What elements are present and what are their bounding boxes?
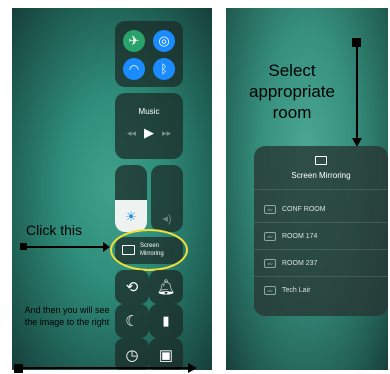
rotation-lock-button[interactable]: ⟲	[115, 270, 149, 304]
bluetooth-button[interactable]: ᛒ	[153, 58, 175, 80]
bottom-arrow-head	[188, 363, 197, 373]
connectivity-tile: ✈ ◎ ◠ ᛒ	[115, 21, 183, 87]
arrow-to-screen-mirroring	[23, 246, 107, 248]
music-tile[interactable]: Music ◂◂ ▶ ▸▸	[115, 93, 183, 159]
arrow-start-square	[20, 243, 27, 250]
cellular-data-button[interactable]: ◎	[153, 30, 175, 52]
flashlight-icon: ▮	[162, 313, 170, 328]
music-controls: ◂◂ ▶ ▸▸	[115, 125, 183, 141]
bluetooth-icon: ᛒ	[160, 62, 168, 76]
apple-tv-icon: atv	[264, 231, 276, 241]
airplane-icon: ✈	[128, 33, 140, 48]
control-center-panel: ✈ ◎ ◠ ᛒ Music ◂◂ ▶ ▸▸ ☀ ◂) Screen Mirror…	[12, 8, 212, 370]
camera-button[interactable]: ▣	[149, 338, 183, 370]
apple-tv-icon: atv	[264, 285, 276, 295]
room-item-tech-lair[interactable]: atv Tech Lair	[264, 280, 388, 300]
volume-slider[interactable]: ◂)	[151, 165, 183, 232]
room-label: Tech Lair	[282, 286, 311, 294]
screen-mirroring-header-icon	[315, 156, 327, 165]
divider	[254, 276, 388, 277]
wifi-button[interactable]: ◠	[123, 58, 145, 80]
timer-icon: ◷	[125, 347, 139, 364]
room-item-room-237[interactable]: atv ROOM 237	[264, 253, 388, 273]
arrow-head	[103, 242, 110, 252]
wifi-icon: ◠	[128, 62, 140, 76]
divider	[254, 222, 388, 223]
brightness-slider[interactable]: ☀	[115, 165, 147, 232]
bottom-arrow-line	[20, 367, 188, 369]
apple-tv-icon: atv	[264, 204, 276, 214]
screen-mirroring-list: Screen Mirroring atv CONF ROOM atv ROOM …	[254, 146, 388, 316]
next-icon[interactable]: ▸▸	[162, 128, 171, 139]
room-item-conf-room[interactable]: atv CONF ROOM	[264, 199, 388, 219]
do-not-disturb-button[interactable]: ☾	[115, 304, 149, 338]
annotation-select-room: Select appropriate room	[248, 61, 335, 122]
volume-icon: ◂)	[162, 213, 172, 225]
camera-icon: ▣	[158, 347, 174, 364]
play-icon[interactable]: ▶	[144, 125, 154, 141]
music-title: Music	[138, 107, 160, 116]
highlight-oval	[110, 229, 188, 271]
previous-icon[interactable]: ◂◂	[127, 128, 136, 139]
room-item-room-174[interactable]: atv ROOM 174	[264, 226, 388, 246]
room-label: ROOM 237	[282, 259, 318, 267]
rotation-lock-icon: ⟲	[125, 279, 139, 296]
room-label: CONF ROOM	[282, 205, 326, 213]
airplane-mode-button[interactable]: ✈	[123, 30, 145, 52]
brightness-icon: ☀	[125, 209, 137, 224]
bell-icon: 🔔︎	[156, 279, 176, 296]
annotation-click-this: Click this	[26, 222, 83, 238]
moon-icon: ☾	[125, 313, 139, 330]
annotation-and-then: And then you will see the image to the r…	[24, 305, 110, 327]
cellular-data-icon: ◎	[158, 33, 170, 48]
room-label: ROOM 174	[282, 232, 318, 240]
divider	[254, 189, 388, 190]
do-not-disturb-bell-button[interactable]: 🔔︎	[149, 270, 183, 304]
vertical-arrow-line	[356, 44, 358, 139]
screen-mirroring-header-title: Screen Mirroring	[291, 171, 351, 180]
screen-mirroring-view: Select appropriate room Screen Mirroring…	[226, 8, 388, 370]
timer-button[interactable]: ◷	[115, 338, 149, 370]
apple-tv-icon: atv	[264, 258, 276, 268]
divider	[254, 249, 388, 250]
flashlight-button[interactable]: ▮	[149, 304, 183, 338]
